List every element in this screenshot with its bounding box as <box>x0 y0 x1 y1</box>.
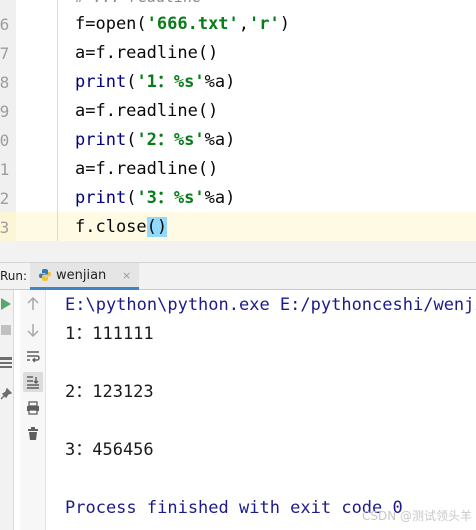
run-console-output[interactable]: E:\python\python.exe E:/pythonceshi/wenj… <box>47 290 476 530</box>
run-icon[interactable] <box>0 294 16 314</box>
print-icon[interactable] <box>23 398 43 418</box>
string-literal: '2：%s' <box>136 130 205 150</box>
soft-wrap-icon[interactable] <box>23 346 43 366</box>
code-text: %a) <box>204 130 236 150</box>
string-literal: '1：%s' <box>136 72 205 92</box>
line-number: 39 <box>0 102 10 121</box>
console-output-line: 2：123123 <box>65 382 154 402</box>
code-text: f.close <box>75 217 147 237</box>
string-literal: 'r' <box>249 14 280 34</box>
run-tool-window-header: Run: wenjian × <box>0 263 476 290</box>
code-text: f=open( <box>75 14 147 34</box>
code-line-print[interactable]: print('3：%s'%a) <box>75 184 235 213</box>
code-text: %a) <box>204 188 236 208</box>
console-command-line: E:\python\python.exe E:/pythonceshi/wenj… <box>65 295 476 315</box>
run-label: Run: <box>0 269 28 283</box>
line-number: 41 <box>0 160 10 179</box>
matched-paren-highlight: () <box>146 217 168 237</box>
tool-window-divider[interactable] <box>0 241 476 263</box>
run-tab-wenjian[interactable]: wenjian × <box>30 263 140 290</box>
code-text: ( <box>126 130 137 150</box>
arrow-down-icon[interactable] <box>23 320 43 340</box>
close-icon[interactable]: × <box>122 269 131 282</box>
python-icon <box>39 269 51 281</box>
run-tab-label: wenjian <box>56 268 107 283</box>
line-number: 43 <box>0 218 10 237</box>
scroll-to-end-icon[interactable] <box>23 372 43 392</box>
stop-icon[interactable] <box>0 320 16 340</box>
code-line-open[interactable]: f=open('666.txt','r') <box>75 10 290 39</box>
pin-icon[interactable] <box>0 384 16 404</box>
console-output-line: 1：111111 <box>65 324 154 344</box>
code-text: ( <box>126 72 137 92</box>
code-line-print[interactable]: print('2：%s'%a) <box>75 126 235 155</box>
run-console-toolbar <box>20 290 46 530</box>
line-number: 42 <box>0 189 10 208</box>
arrow-up-icon[interactable] <box>23 294 43 314</box>
line-number: 40 <box>0 131 10 150</box>
code-text: %a) <box>204 72 236 92</box>
partially-visible-comment: # ... readline <box>75 0 201 8</box>
console-exit-message: Process finished with exit code 0 <box>65 498 403 518</box>
builtin-function: print <box>75 72 127 92</box>
current-line-highlight <box>0 212 476 241</box>
run-left-toolbar <box>0 290 14 530</box>
code-text: , <box>238 14 250 34</box>
code-line-readline[interactable]: a=f.readline() <box>75 97 218 126</box>
code-line-print[interactable]: print('1：%s'%a) <box>75 68 235 97</box>
builtin-function: print <box>75 188 127 208</box>
layout-icon[interactable] <box>0 352 16 372</box>
line-number: 36 <box>0 15 10 34</box>
builtin-function: print <box>75 130 127 150</box>
code-line-close[interactable]: f.close() <box>75 213 168 241</box>
line-number: 38 <box>0 73 10 92</box>
string-literal: '666.txt' <box>146 14 239 34</box>
code-editor[interactable]: # ... readline 36 37 38 39 40 41 42 43 f… <box>0 0 476 241</box>
code-line-readline[interactable]: a=f.readline() <box>75 39 218 68</box>
code-text: ( <box>126 188 137 208</box>
watermark: CSDN @测试领头羊 <box>361 509 472 523</box>
console-output-line: 3：456456 <box>65 440 154 460</box>
trash-icon[interactable] <box>23 424 43 444</box>
line-number: 37 <box>0 44 10 63</box>
gutter-separator <box>57 0 58 241</box>
code-line-readline[interactable]: a=f.readline() <box>75 155 218 184</box>
string-literal: '3：%s' <box>136 188 205 208</box>
code-text: ) <box>279 14 290 34</box>
